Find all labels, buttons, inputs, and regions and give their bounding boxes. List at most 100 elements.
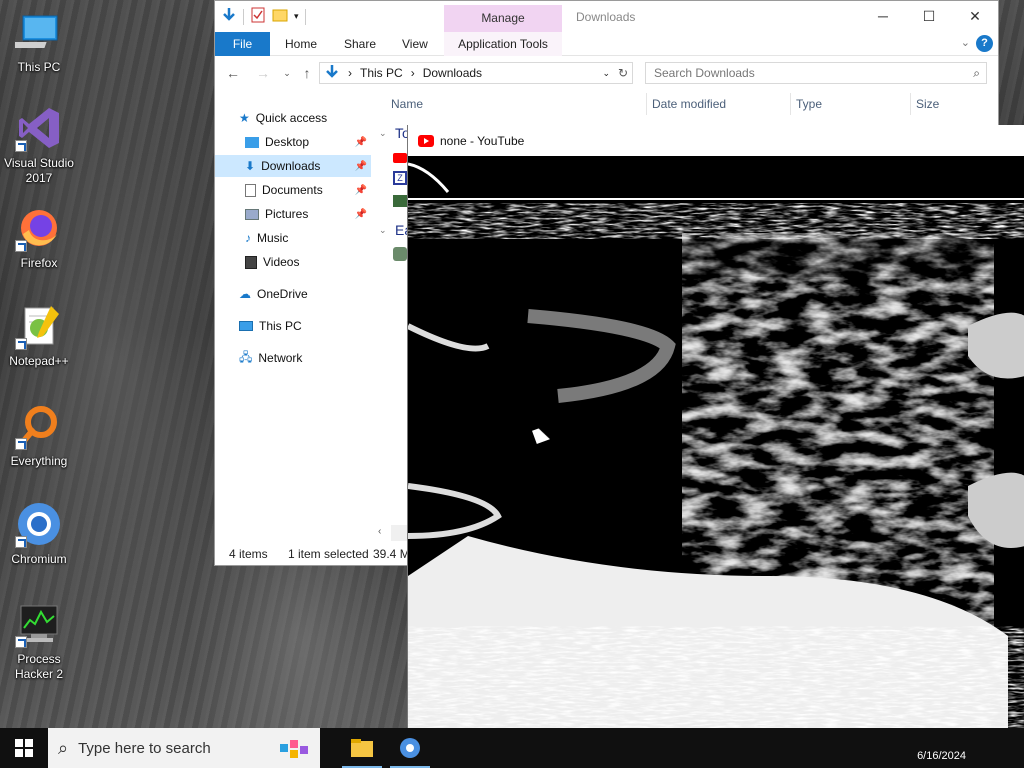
status-size: 39.4 M xyxy=(373,547,410,561)
nav-label: OneDrive xyxy=(257,287,308,301)
pictures-folder-icon xyxy=(245,208,259,220)
app-file-icon[interactable] xyxy=(393,195,407,207)
search-icon: ⌕ xyxy=(973,66,980,80)
ribbon-tabs: File Home Share View Application Tools ⌄… xyxy=(215,32,998,56)
nav-music[interactable]: ♪ Music xyxy=(245,227,288,249)
pin-icon[interactable]: 📌 xyxy=(355,137,367,148)
status-item-count: 4 items xyxy=(229,547,268,561)
chromium-taskbar-icon xyxy=(400,738,420,758)
process-hacker-icon xyxy=(15,600,63,648)
properties-icon[interactable] xyxy=(250,7,266,26)
everything-icon xyxy=(15,402,63,450)
tab-application-tools[interactable]: Application Tools xyxy=(444,32,562,56)
manage-tab[interactable]: Manage xyxy=(444,5,562,32)
new-folder-icon[interactable] xyxy=(272,7,288,26)
desktop-icon-label-2: Hacker 2 xyxy=(14,667,64,681)
nav-label: Pictures xyxy=(265,207,309,221)
taskbar-chromium[interactable] xyxy=(386,728,434,768)
desktop-icon-visual-studio[interactable]: Visual Studio 2017 xyxy=(4,104,74,186)
taskbar-file-explorer[interactable] xyxy=(338,728,386,768)
nav-videos[interactable]: Videos xyxy=(245,251,299,273)
address-bar-row: ← → ⌄ ↑ › This PC › Downloads ⌄ ↻ Search… xyxy=(215,57,998,89)
help-icon[interactable]: ? xyxy=(976,35,993,52)
expand-ribbon-icon[interactable]: ⌄ xyxy=(961,36,970,49)
desktop-icon-label: This PC xyxy=(17,60,61,74)
toolbar-separator xyxy=(243,8,244,25)
desktop-icon-process-hacker[interactable]: Process Hacker 2 xyxy=(4,600,74,682)
pin-icon[interactable]: 📌 xyxy=(355,209,367,220)
up-arrow-icon[interactable]: ↑ xyxy=(297,63,317,83)
maximize-button[interactable]: ☐ xyxy=(906,1,952,31)
address-dropdown-icon[interactable]: ⌄ xyxy=(602,68,610,79)
desktop-icon-label: Chromium xyxy=(11,552,67,566)
breadcrumb-this-pc[interactable]: This PC xyxy=(360,66,403,80)
address-box[interactable]: › This PC › Downloads ⌄ ↻ xyxy=(319,62,633,84)
nav-quick-access[interactable]: ★ Quick access xyxy=(239,107,327,129)
firefox-icon xyxy=(15,204,63,252)
shortcut-arrow-icon xyxy=(15,240,27,252)
back-arrow-icon[interactable]: ← xyxy=(223,63,243,83)
column-header-size[interactable]: Size xyxy=(916,94,939,114)
customize-toolbar-icon[interactable]: ▾ xyxy=(294,11,299,22)
pin-icon[interactable]: 📌 xyxy=(355,185,367,196)
minimize-button[interactable]: ─ xyxy=(860,1,906,31)
refresh-icon[interactable]: ↻ xyxy=(618,66,628,80)
search-input[interactable]: Search Downloads ⌕ xyxy=(645,62,987,84)
nav-downloads[interactable]: ⬇ Downloads 📌 xyxy=(215,155,371,177)
desktop-icon-everything[interactable]: Everything xyxy=(4,402,74,469)
windows-logo-icon xyxy=(15,739,33,757)
nav-label: Videos xyxy=(263,255,300,269)
breadcrumb-downloads[interactable]: Downloads xyxy=(423,66,482,80)
youtube-titlebar[interactable]: none - YouTube xyxy=(408,125,1024,156)
taskbar-search-box[interactable]: ⌕ Type here to search xyxy=(48,728,320,768)
nav-label: Music xyxy=(257,231,289,245)
nav-label: Desktop xyxy=(265,135,310,149)
nav-pictures[interactable]: Pictures 📌 xyxy=(245,203,371,225)
tab-view[interactable]: View xyxy=(402,32,428,56)
nav-desktop[interactable]: Desktop 📌 xyxy=(245,131,371,153)
desktop-icon-notepadpp[interactable]: Notepad++ xyxy=(4,302,74,369)
shortcut-arrow-icon xyxy=(15,140,27,152)
desktop-icon-chromium[interactable]: Chromium xyxy=(4,500,74,567)
status-selection: 1 item selected xyxy=(288,547,369,561)
nav-label: Downloads xyxy=(261,159,321,173)
close-button[interactable]: ✕ xyxy=(952,1,998,31)
desktop-icon-firefox[interactable]: Firefox xyxy=(4,204,74,271)
start-button[interactable] xyxy=(0,728,48,768)
shortcut-arrow-icon xyxy=(15,338,27,350)
download-arrow-icon xyxy=(221,7,237,26)
nav-onedrive[interactable]: ☁ OneDrive xyxy=(239,283,308,305)
column-divider[interactable] xyxy=(646,93,647,115)
documents-folder-icon xyxy=(245,183,256,197)
tab-file[interactable]: File xyxy=(215,32,270,56)
recent-locations-icon[interactable]: ⌄ xyxy=(277,63,297,83)
archive-file-icon[interactable]: Z xyxy=(393,171,407,185)
tab-share[interactable]: Share xyxy=(344,32,376,56)
nav-documents[interactable]: Documents 📌 xyxy=(245,179,371,201)
column-divider[interactable] xyxy=(790,93,791,115)
nav-label: Documents xyxy=(262,183,323,197)
navigation-pane: ★ Quick access Desktop 📌 ⬇ Downloads 📌 D… xyxy=(215,97,385,537)
search-highlight-icon[interactable] xyxy=(278,736,312,766)
pin-icon[interactable]: 📌 xyxy=(355,161,367,172)
nav-label: Quick access xyxy=(255,111,328,125)
visual-studio-icon xyxy=(15,104,63,152)
column-header-date[interactable]: Date modified xyxy=(652,94,726,114)
nav-this-pc[interactable]: This PC xyxy=(239,315,302,337)
forward-arrow-icon[interactable]: → xyxy=(253,63,273,83)
column-header-type[interactable]: Type xyxy=(796,94,822,114)
tab-home[interactable]: Home xyxy=(285,32,317,56)
search-placeholder: Search Downloads xyxy=(654,66,755,80)
scroll-left-icon[interactable]: ‹ xyxy=(378,526,381,537)
column-divider[interactable] xyxy=(910,93,911,115)
column-header-name[interactable]: Name xyxy=(391,94,423,114)
shortcut-arrow-icon xyxy=(15,536,27,548)
nav-network[interactable]: 🖧 Network xyxy=(239,347,302,369)
video-player[interactable] xyxy=(408,156,1024,728)
breadcrumb-sep: › xyxy=(348,66,352,80)
desktop-icon-this-pc[interactable]: This PC xyxy=(2,8,74,75)
taskbar-clock-date[interactable]: 6/16/2024 xyxy=(917,750,966,762)
nav-label: This PC xyxy=(259,319,302,333)
youtube-file-icon[interactable] xyxy=(393,153,407,163)
installer-file-icon[interactable] xyxy=(393,247,407,261)
